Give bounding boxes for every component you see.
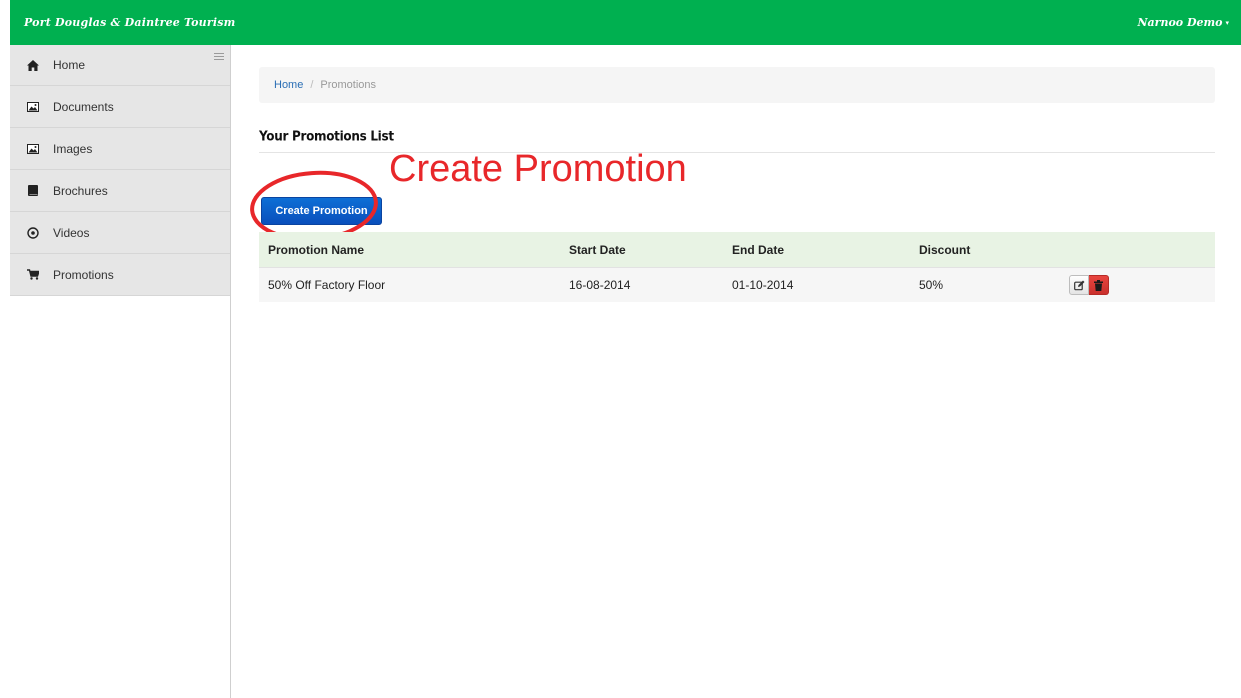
annotation-label: Create Promotion	[389, 148, 687, 190]
promotions-table: Promotion Name Start Date End Date Disco…	[259, 232, 1215, 302]
sidebar-item-documents[interactable]: Documents	[10, 86, 230, 128]
page-title: Your Promotions List	[259, 128, 394, 144]
edit-icon	[1073, 280, 1084, 290]
play-circle-icon	[26, 226, 39, 239]
discount-cell: 50%	[919, 278, 944, 292]
column-header-start-date[interactable]: Start Date	[569, 243, 732, 257]
sidebar-item-label: Home	[53, 58, 86, 72]
sidebar-item-images[interactable]: Images	[10, 128, 230, 170]
sidebar-item-label: Brochures	[53, 183, 108, 198]
brand-logo-text[interactable]: Port Douglas & Daintree Tourism	[24, 16, 235, 29]
column-header-name[interactable]: Promotion Name	[259, 243, 569, 257]
breadcrumb-separator: /	[310, 79, 314, 91]
sidebar-item-promotions[interactable]: Promotions	[10, 254, 230, 296]
table-row: 50% Off Factory Floor 16-08-2014 01-10-2…	[259, 267, 1215, 302]
promotion-name-cell: 50% Off Factory Floor	[268, 278, 386, 292]
sidebar-item-videos[interactable]: Videos	[10, 212, 230, 254]
home-icon	[26, 59, 39, 72]
start-date-cell: 16-08-2014	[569, 278, 631, 292]
top-navbar: Port Douglas & Daintree Tourism Narnoo D…	[10, 0, 1241, 45]
sidebar-item-label: Documents	[53, 99, 114, 114]
user-menu-label: Narnoo Demo	[1137, 16, 1223, 29]
book-icon	[26, 184, 39, 197]
sidebar-item-label: Images	[53, 141, 93, 156]
caret-down-icon: ▾	[1225, 18, 1229, 27]
column-header-end-date[interactable]: End Date	[732, 243, 919, 257]
row-actions	[1069, 275, 1215, 295]
cart-icon	[26, 268, 39, 281]
sidebar-nav: Home Documents Images Brochures Videos P…	[10, 45, 230, 296]
user-menu-dropdown[interactable]: Narnoo Demo ▾	[1137, 16, 1229, 29]
breadcrumb-home-link[interactable]: Home	[274, 79, 303, 91]
sidebar-item-brochures[interactable]: Brochures	[10, 170, 230, 212]
sidebar: Home Documents Images Brochures Videos P…	[10, 45, 231, 698]
sidebar-item-home[interactable]: Home	[10, 45, 230, 86]
breadcrumb-current: Promotions	[320, 79, 377, 91]
edit-button[interactable]	[1069, 275, 1089, 295]
image-icon	[26, 100, 39, 113]
sidebar-item-label: Videos	[53, 225, 90, 240]
breadcrumb: Home / Promotions	[259, 67, 1215, 103]
image-icon	[26, 142, 39, 155]
sidebar-collapse-icon[interactable]	[214, 53, 224, 60]
table-header-row: Promotion Name Start Date End Date Disco…	[259, 232, 1215, 267]
end-date-cell: 01-10-2014	[732, 278, 794, 292]
delete-button[interactable]	[1089, 275, 1109, 295]
main-content: Home / Promotions Your Promotions List C…	[250, 45, 1215, 302]
sidebar-item-label: Promotions	[53, 267, 114, 282]
column-header-discount[interactable]: Discount	[919, 243, 1069, 257]
trash-icon	[1094, 279, 1103, 291]
